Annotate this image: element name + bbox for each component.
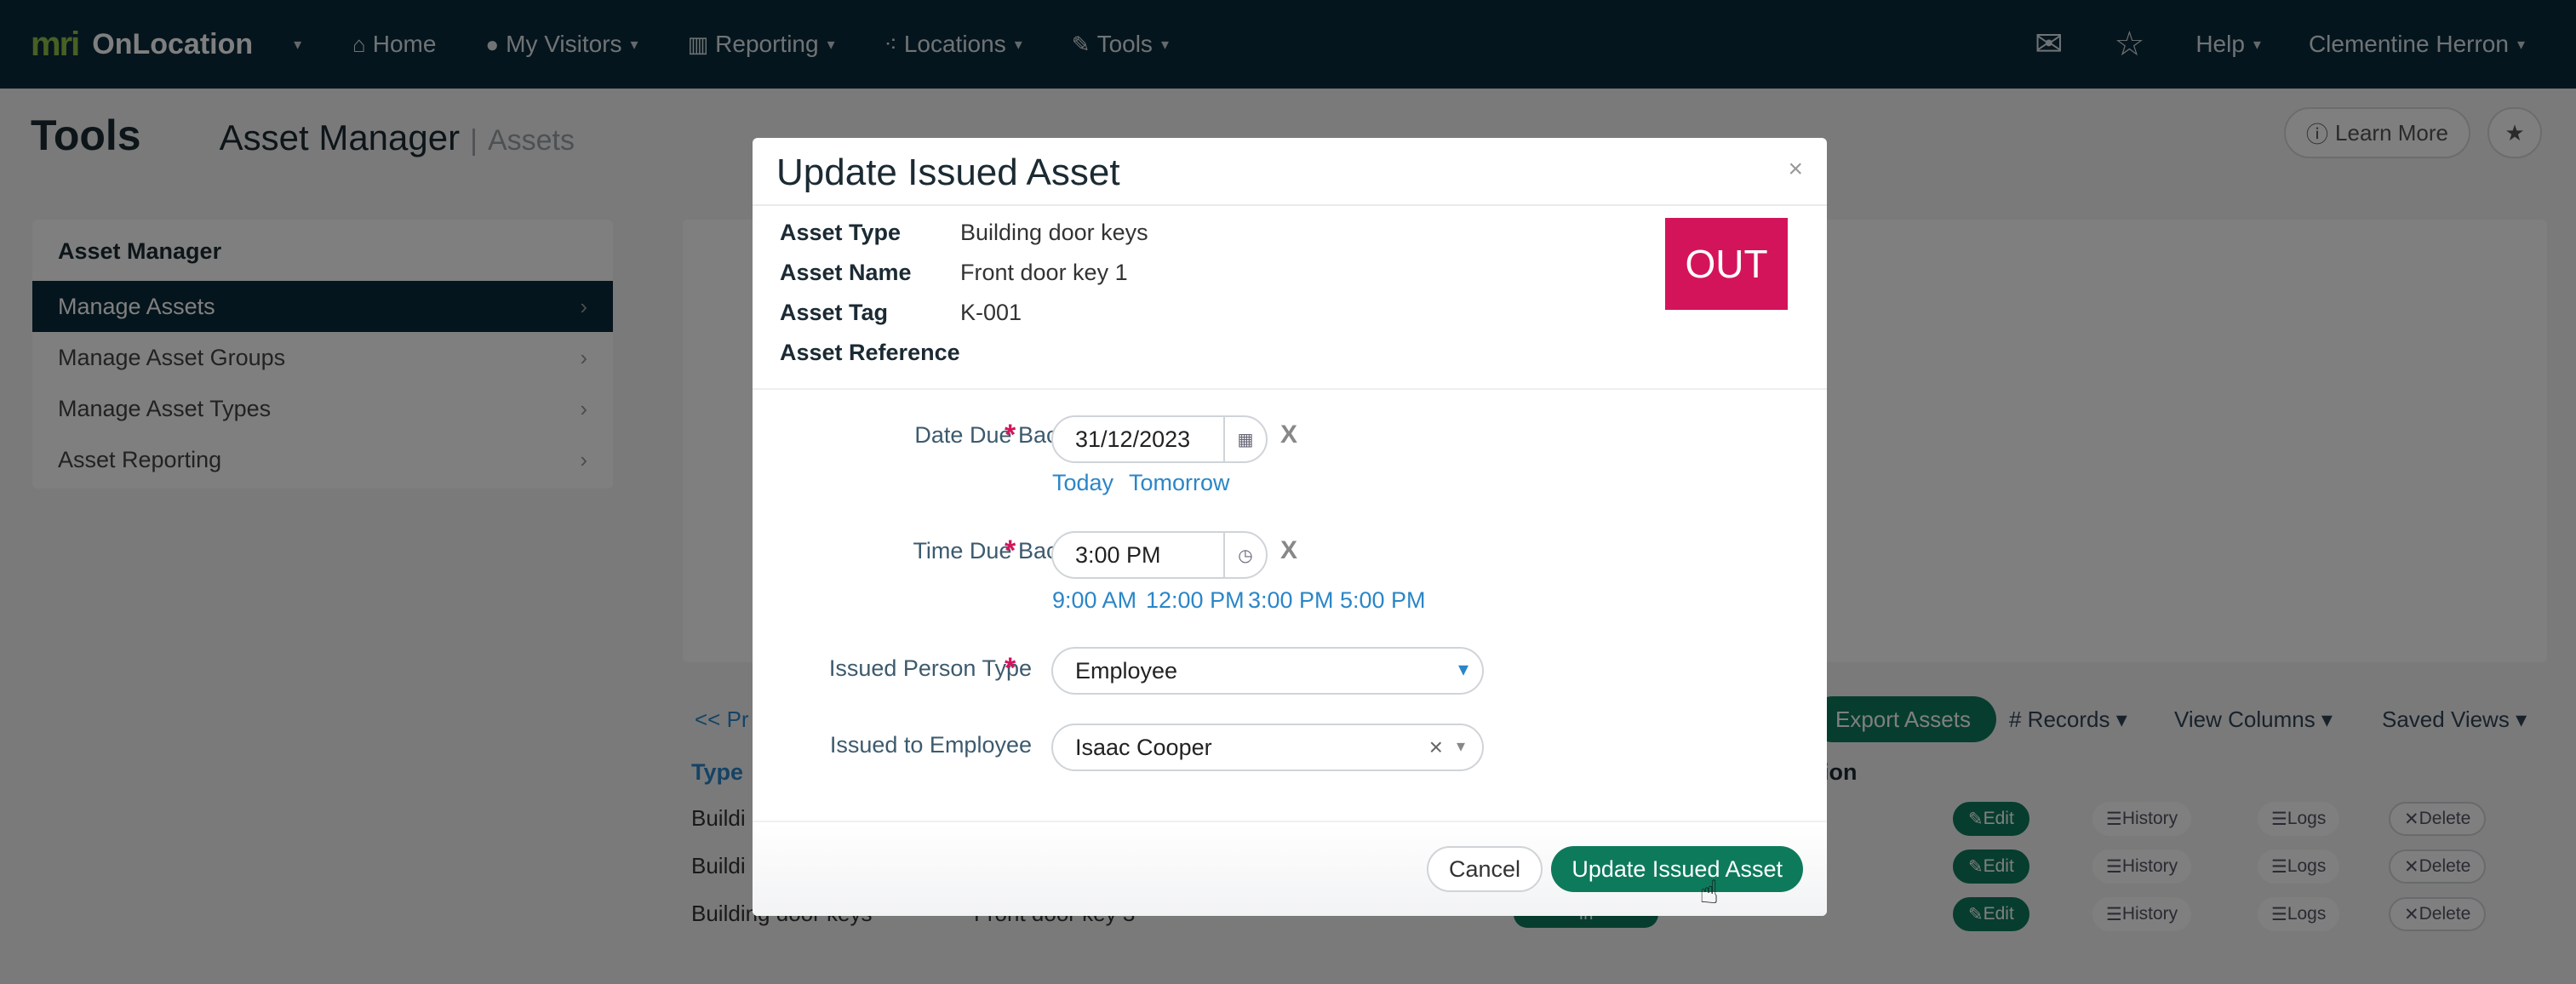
- quick-time-3pm[interactable]: 3:00 PM: [1248, 587, 1334, 614]
- required-indicator: *: [1005, 652, 1016, 684]
- modal-header: Update Issued Asset ×: [753, 138, 1827, 206]
- pointer-cursor-icon: ☝: [1699, 875, 1720, 911]
- info-label: Asset Type: [780, 220, 902, 245]
- quick-date-tomorrow[interactable]: Tomorrow: [1129, 470, 1230, 496]
- required-indicator: *: [1005, 419, 1016, 451]
- status-badge-out: OUT: [1665, 218, 1788, 310]
- chevron-down-icon[interactable]: ▾: [1457, 735, 1465, 757]
- required-indicator: *: [1005, 535, 1016, 567]
- date-due-back-field[interactable]: 31/12/2023 ▦: [1051, 415, 1268, 463]
- time-due-back-label: Time Due Back: [913, 538, 1069, 564]
- modal-footer: Cancel Update Issued Asset: [753, 821, 1827, 916]
- clear-time-icon[interactable]: X: [1280, 536, 1297, 565]
- quick-date-today[interactable]: Today: [1052, 470, 1113, 496]
- calendar-icon[interactable]: ▦: [1223, 417, 1266, 461]
- quick-time-5pm[interactable]: 5:00 PM: [1340, 587, 1426, 614]
- cancel-button[interactable]: Cancel: [1426, 846, 1543, 892]
- issued-person-type-select[interactable]: Employee ▾: [1051, 647, 1484, 695]
- time-due-back-field[interactable]: 3:00 PM ◷: [1051, 531, 1268, 579]
- info-value: Front door key 1: [960, 260, 1128, 285]
- clock-icon[interactable]: ◷: [1223, 533, 1266, 577]
- update-issued-asset-modal: Update Issued Asset × Asset Type Buildin…: [753, 138, 1827, 916]
- info-label: Asset Name: [780, 260, 912, 285]
- clear-selection-icon[interactable]: ×: [1429, 734, 1443, 761]
- time-value: 3:00 PM: [1075, 541, 1161, 568]
- modal-title: Update Issued Asset: [776, 152, 1120, 193]
- info-value: K-001: [960, 300, 1022, 325]
- update-issued-asset-button[interactable]: Update Issued Asset: [1551, 846, 1803, 892]
- issued-to-employee-label: Issued to Employee: [829, 732, 1032, 758]
- employee-value: Isaac Cooper: [1075, 734, 1212, 760]
- quick-time-9am[interactable]: 9:00 AM: [1052, 587, 1136, 614]
- chevron-down-icon: ▾: [1457, 658, 1468, 681]
- quick-time-12pm[interactable]: 12:00 PM: [1146, 587, 1245, 614]
- info-label: Asset Reference: [780, 340, 960, 365]
- info-value: Building door keys: [960, 220, 1148, 245]
- date-due-back-label: Date Due Back: [914, 422, 1069, 448]
- info-label: Asset Tag: [780, 300, 889, 325]
- issued-person-type-label: Issued Person Type: [828, 655, 1032, 681]
- asset-info: Asset Type Building door keys Asset Name…: [753, 206, 1827, 390]
- person-type-value: Employee: [1075, 657, 1178, 684]
- issued-to-employee-select[interactable]: Isaac Cooper × ▾: [1051, 724, 1484, 771]
- date-value: 31/12/2023: [1075, 426, 1191, 452]
- clear-date-icon[interactable]: X: [1280, 420, 1297, 449]
- close-icon[interactable]: ×: [1788, 155, 1803, 184]
